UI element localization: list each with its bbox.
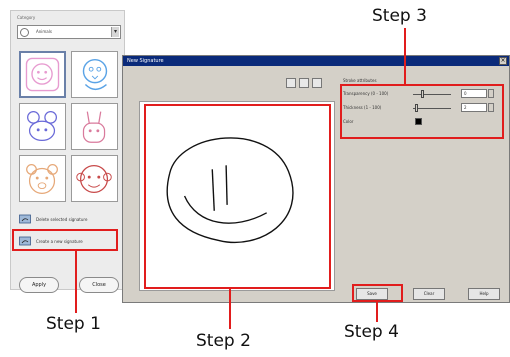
signature-thumbnail[interactable]: [19, 51, 66, 98]
step1-highlight: [12, 229, 118, 251]
dialog-titlebar: New Signature ×: [123, 56, 509, 66]
stroke-attributes-title: Stroke attributes: [343, 78, 377, 83]
step4-label: Step 4: [344, 322, 399, 342]
category-label: Category: [17, 15, 36, 20]
dialog-title: New Signature: [127, 58, 164, 64]
cat-face-drawing-icon: [25, 57, 60, 92]
eraser-tool-icon[interactable]: [312, 78, 322, 88]
bear-drawing-icon: [26, 163, 58, 194]
mouse-drawing-icon: [27, 111, 58, 142]
delete-signature-action[interactable]: Delete selected signature: [19, 213, 123, 227]
step2-highlight: [144, 104, 331, 289]
step4-connector: [376, 302, 378, 322]
step2-connector: [229, 289, 231, 329]
apply-button[interactable]: Apply: [19, 277, 59, 293]
step3-highlight: [340, 84, 504, 139]
bird-drawing-icon: [82, 58, 108, 91]
category-dropdown[interactable]: Animals ▾: [17, 25, 121, 39]
step3-label: Step 3: [372, 6, 427, 26]
step3-connector: [404, 28, 406, 84]
close-button[interactable]: Close: [79, 277, 119, 293]
signature-thumbnail[interactable]: [71, 155, 118, 202]
category-value: Animals: [36, 29, 52, 34]
signature-thumbnail[interactable]: [19, 103, 66, 150]
signature-thumbnail[interactable]: [71, 103, 118, 150]
delete-signature-icon: [19, 214, 31, 224]
chevron-down-icon[interactable]: ▾: [111, 27, 119, 37]
help-button[interactable]: Help: [468, 288, 500, 300]
monkey-drawing-icon: [76, 164, 112, 194]
pen-tool-icon[interactable]: [286, 78, 296, 88]
delete-signature-label: Delete selected signature: [36, 217, 88, 222]
screenshot-root: Category Animals ▾ Delete selected signa…: [0, 0, 510, 357]
signature-thumbnail[interactable]: [71, 51, 118, 98]
step2-label: Step 2: [196, 331, 251, 351]
signature-thumbnail-grid: [19, 51, 119, 203]
undo-tool-icon[interactable]: [299, 78, 309, 88]
category-icon: [20, 28, 29, 37]
clear-button[interactable]: Clear: [413, 288, 445, 300]
step1-connector: [75, 251, 77, 313]
step1-label: Step 1: [46, 314, 101, 334]
step4-highlight: [352, 284, 403, 302]
rabbit-drawing-icon: [82, 111, 106, 143]
close-icon[interactable]: ×: [499, 57, 507, 65]
signature-thumbnail[interactable]: [19, 155, 66, 202]
